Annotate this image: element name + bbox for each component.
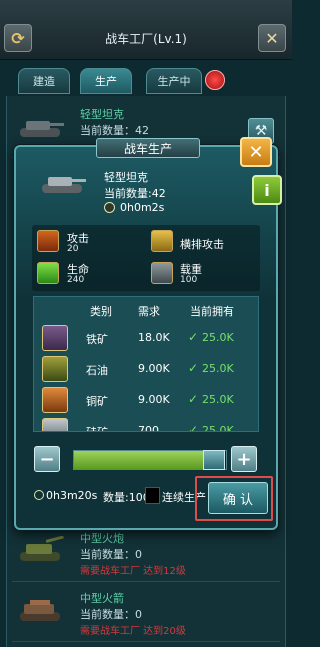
column-header: 当前拥有: [190, 305, 234, 318]
check-icon: ✓: [188, 423, 199, 432]
page-title: 战车工厂(Lv.1): [105, 32, 187, 46]
total-time: 0h3m20s: [46, 489, 98, 502]
tab-build[interactable]: 建造: [18, 68, 70, 94]
slider-handle[interactable]: [203, 450, 225, 470]
resource-name: 铁矿: [86, 333, 108, 346]
unit-requirement: 需要战车工厂 达到20级: [80, 626, 186, 637]
tab-producing-label: 生产中: [157, 75, 191, 88]
close-icon[interactable]: ✕: [258, 24, 286, 52]
table-row: 铁矿 18.0K ✓ 25.0K: [34, 323, 258, 354]
resource-owned: 25.0K: [202, 424, 234, 432]
stat-value: 100: [180, 275, 198, 285]
light-tank-icon: [20, 121, 64, 137]
resource-need: 700: [138, 424, 159, 432]
dialog-close-button[interactable]: ✕: [240, 137, 272, 167]
slider-fill: [74, 451, 203, 469]
stat-value: 20: [67, 244, 79, 254]
resource-name: 石油: [86, 364, 108, 377]
light-tank-icon: [42, 177, 86, 193]
silicon-ore-icon: [42, 418, 68, 431]
iron-ore-icon: [42, 325, 68, 351]
decrease-button[interactable]: −: [34, 446, 60, 472]
table-header: 类别 需求 当前拥有: [34, 297, 258, 321]
medium-rocket-icon: [20, 600, 60, 621]
unit-name: 中型火箭: [80, 592, 124, 605]
health-icon: [37, 262, 59, 284]
minus-icon: −: [39, 448, 55, 470]
unit-count: 当前数量：42: [80, 124, 149, 137]
attack-icon: [37, 230, 59, 252]
stat-label: 横排攻击: [180, 238, 224, 251]
tab-produce-label: 生产: [95, 75, 117, 88]
resource-name: 硅矿: [86, 424, 108, 431]
unit-count: 当前数量：0: [80, 548, 142, 561]
unit-name: 中型火炮: [80, 532, 124, 545]
tab-build-label: 建造: [33, 75, 55, 88]
notification-badge: [205, 70, 225, 90]
confirm-button[interactable]: 确 认: [208, 482, 268, 514]
resource-name: 铜矿: [86, 395, 108, 408]
unit-name: 轻型坦克: [104, 171, 148, 184]
table-row: 石油 9.00K ✓ 25.0K: [34, 354, 258, 385]
table-row: 铜矿 9.00K ✓ 25.0K: [34, 385, 258, 416]
tab-produce[interactable]: 生产: [80, 68, 132, 94]
list-item[interactable]: 中型火炮 当前数量：0 需要战车工厂 达到12级: [12, 524, 280, 582]
unit-requirement: 需要战车工厂 达到12级: [80, 566, 186, 577]
resource-owned: 25.0K: [202, 393, 234, 406]
resource-need: 18.0K: [138, 331, 170, 344]
row-attack-icon: [151, 230, 173, 252]
info-icon: i: [264, 180, 270, 200]
quantity-label: 数量:100: [103, 491, 150, 504]
quantity-input[interactable]: [145, 487, 160, 504]
tab-producing[interactable]: 生产中: [146, 68, 202, 94]
unit-build-time: 0h0m2s: [120, 201, 165, 214]
copper-ore-icon: [42, 387, 68, 413]
increase-button[interactable]: +: [231, 446, 257, 472]
clock-icon: [34, 490, 44, 500]
medium-artillery-icon: [20, 536, 64, 561]
resource-owned: 25.0K: [202, 331, 234, 344]
dialog-title: 战车生产: [96, 138, 200, 158]
column-header: 类别: [90, 305, 112, 318]
clock-icon: [104, 202, 115, 213]
check-icon: ✓: [188, 330, 199, 344]
resource-table: 类别 需求 当前拥有 铁矿 18.0K ✓ 25.0K 石油 9.00K ✓ 2…: [33, 296, 259, 432]
table-row: 硅矿 700 ✓ 25.0K: [34, 416, 258, 432]
list-item[interactable]: 中型火箭 当前数量：0 需要战车工厂 达到20级: [12, 584, 280, 642]
check-icon: ✓: [188, 392, 199, 406]
close-icon: ✕: [248, 141, 264, 163]
resource-need: 9.00K: [138, 393, 170, 406]
column-header: 需求: [138, 305, 160, 318]
check-icon: ✓: [188, 361, 199, 375]
tab-bar: 建造 生产 生产中: [0, 64, 292, 94]
oil-icon: [42, 356, 68, 382]
resource-need: 9.00K: [138, 362, 170, 375]
top-bar: ⟳ 战车工厂(Lv.1) ✕: [0, 0, 292, 60]
info-button[interactable]: i: [252, 175, 282, 205]
plus-icon: +: [236, 448, 252, 470]
unit-count: 当前数量:42: [104, 187, 166, 200]
resource-owned: 25.0K: [202, 362, 234, 375]
stat-value: 240: [67, 275, 85, 285]
quantity-slider[interactable]: [73, 450, 227, 470]
unit-count: 当前数量：0: [80, 608, 142, 621]
unit-name: 轻型坦克: [80, 108, 124, 121]
cargo-icon: [151, 262, 173, 284]
